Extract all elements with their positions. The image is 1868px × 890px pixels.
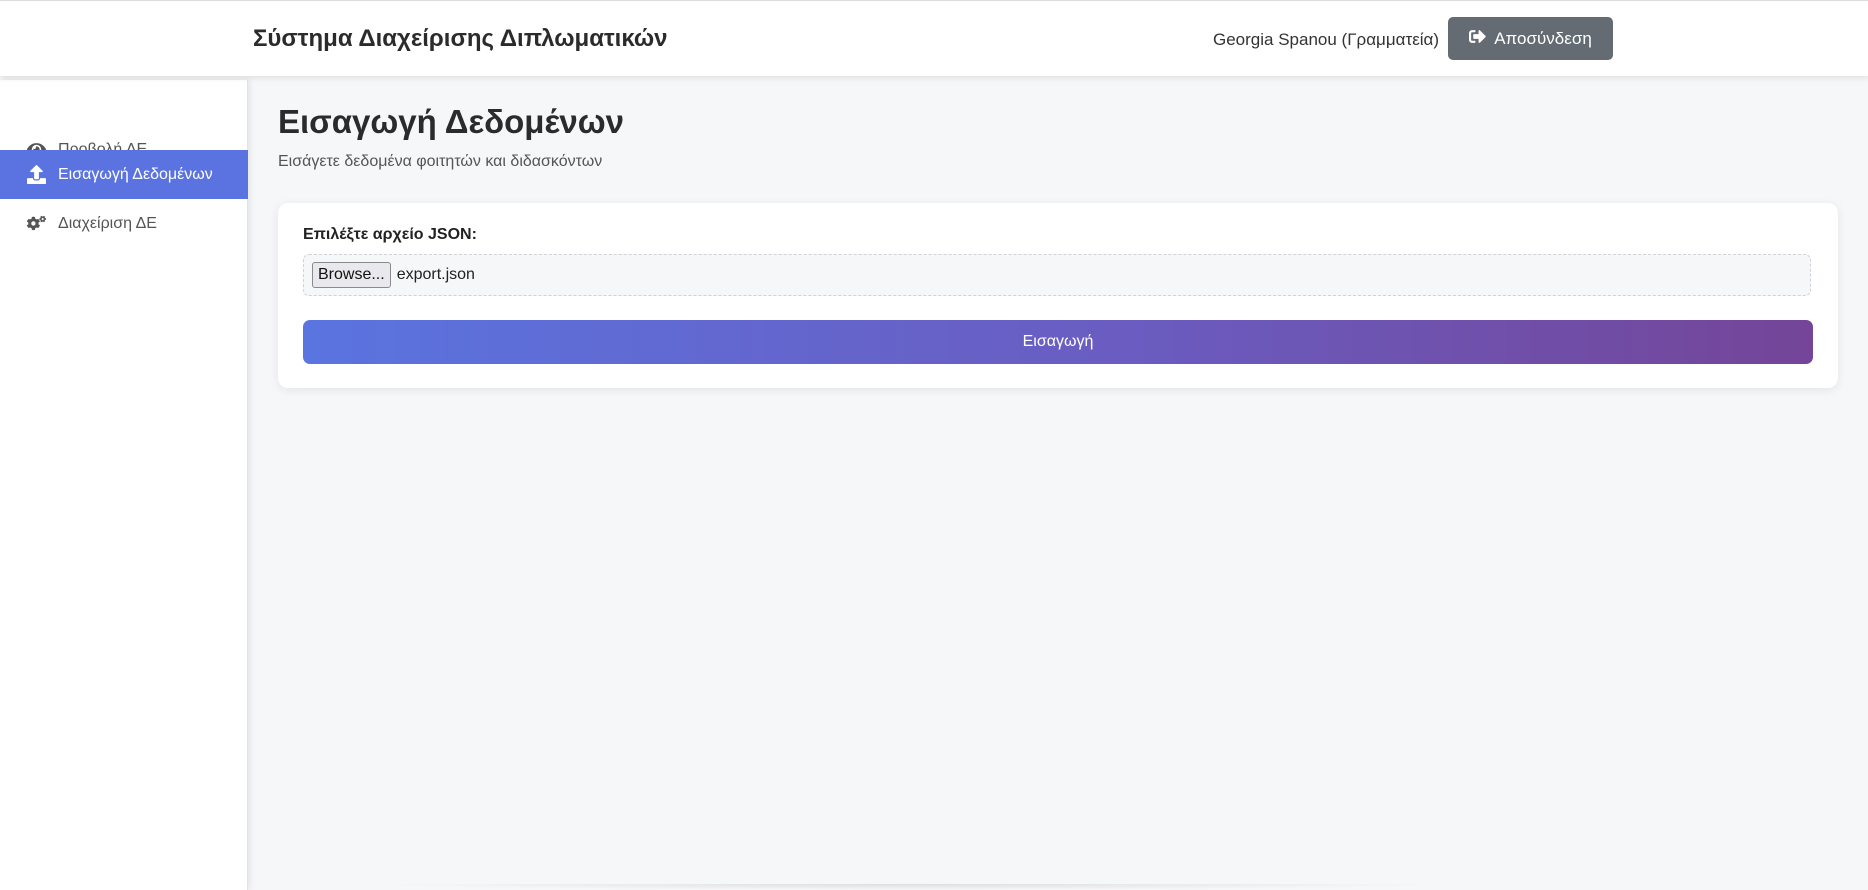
browse-button[interactable]: Browse... [312, 262, 391, 288]
sidebar-item-label: Διαχείριση ΔΕ [58, 214, 157, 232]
cogs-icon [26, 214, 46, 234]
sidebar-item-import-data[interactable]: Εισαγωγή Δεδομένων [0, 150, 248, 199]
import-button[interactable]: Εισαγωγή [303, 320, 1813, 364]
bottom-shadow [360, 884, 1460, 890]
top-header: Σύστημα Διαχείρισης Διπλωματικών Georgia… [0, 0, 1868, 76]
import-form-card: Επιλέξτε αρχείο JSON: Browse... export.j… [278, 203, 1838, 388]
selected-file-name: export.json [396, 266, 475, 283]
page-subtitle: Εισάγετε δεδομένα φοιτητών και διδασκόντ… [278, 153, 603, 170]
page-title: Εισαγωγή Δεδομένων [278, 103, 624, 140]
upload-icon [26, 165, 46, 185]
sidebar-item-label: Εισαγωγή Δεδομένων [58, 165, 213, 183]
file-field-label: Επιλέξτε αρχείο JSON: [303, 226, 477, 243]
logout-label: Αποσύνδεση [1494, 28, 1592, 48]
sidebar-item-manage-theses[interactable]: Διαχείριση ΔΕ [0, 199, 248, 248]
sign-out-icon [1469, 28, 1486, 50]
user-name: Georgia Spanou (Γραμματεία) [1213, 30, 1440, 49]
app-title: Σύστημα Διαχείρισης Διπλωματικών [253, 25, 668, 52]
file-input[interactable]: Browse... export.json [303, 254, 1811, 296]
logout-button[interactable]: Αποσύνδεση [1448, 17, 1613, 60]
sidebar: Προβολή ΔΕ Εισαγωγή Δεδομένων Διαχείριση… [0, 80, 248, 890]
